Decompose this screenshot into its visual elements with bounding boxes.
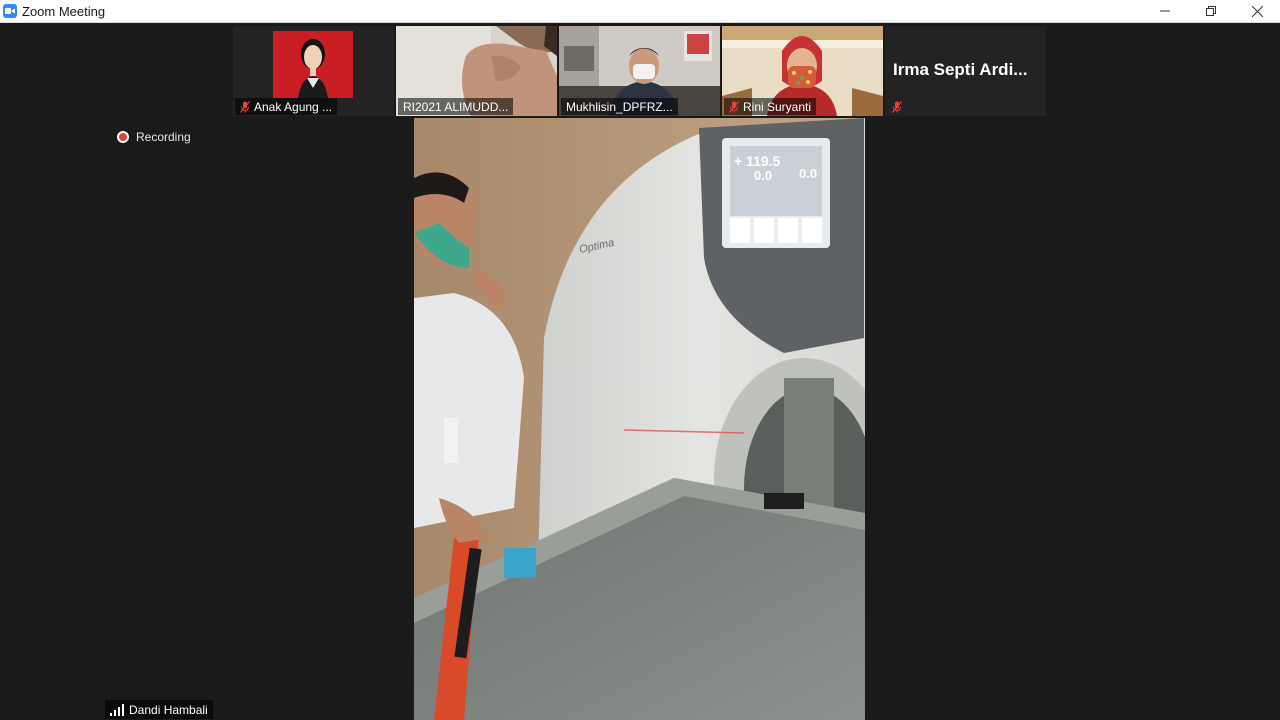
meeting-stage: Anak Agung ... RI2021 ALIMUDD... Mukhlis… — [0, 23, 1280, 720]
participant-name: Mukhlisin_DPFRZ... — [566, 99, 673, 114]
participant-name-label: Mukhlisin_DPFRZ... — [561, 98, 678, 115]
scanner-readout-main: + 119.5 — [734, 153, 781, 169]
mic-muted-icon — [729, 100, 739, 113]
scanner-readout-right: 0.0 — [799, 166, 817, 181]
title-bar: Zoom Meeting — [0, 0, 1280, 23]
participant-strip: Anak Agung ... RI2021 ALIMUDD... Mukhlis… — [233, 26, 1048, 116]
restore-button[interactable] — [1188, 0, 1234, 22]
active-speaker-name: Dandi Hambali — [129, 702, 208, 717]
mic-muted-icon — [892, 100, 902, 113]
participant-name: RI2021 ALIMUDD... — [403, 99, 509, 114]
participant-tile[interactable]: Mukhlisin_DPFRZ... — [559, 26, 720, 116]
participant-name-label: Anak Agung ... — [235, 98, 338, 115]
participant-name: Irma Septi Ardi... — [893, 60, 1028, 79]
participant-tile[interactable]: Irma Septi Ardi... — [885, 26, 1046, 116]
recording-label: Recording — [136, 130, 191, 144]
participant-name: Rini Suryanti — [743, 99, 812, 114]
window-title: Zoom Meeting — [22, 3, 106, 19]
scanner-readout-left: 0.0 — [754, 168, 772, 183]
close-icon — [1251, 5, 1263, 17]
close-button[interactable] — [1234, 0, 1280, 22]
participant-tile[interactable]: Rini Suryanti — [722, 26, 883, 116]
active-speaker-video[interactable]: + 119.5 0.0 0.0 Optima — [414, 118, 865, 720]
participant-name: Anak Agung ... — [254, 99, 333, 114]
participant-name-label: Rini Suryanti — [724, 98, 817, 115]
restore-icon — [1206, 6, 1216, 16]
mic-muted-icon — [240, 100, 250, 113]
recording-indicator[interactable]: Recording — [117, 130, 191, 144]
minimize-button[interactable] — [1142, 0, 1188, 22]
zoom-camera-icon — [3, 4, 17, 18]
participant-tile[interactable]: Anak Agung ... — [233, 26, 394, 116]
minimize-icon — [1160, 10, 1170, 12]
active-speaker-label: Dandi Hambali — [105, 700, 213, 719]
window-controls — [1142, 0, 1280, 22]
participant-name-label: RI2021 ALIMUDD... — [398, 98, 514, 115]
participant-name-label — [887, 98, 907, 115]
ct-scanner-scene: + 119.5 0.0 0.0 Optima — [414, 118, 865, 720]
signal-bars-icon — [110, 703, 124, 716]
recording-icon — [117, 131, 129, 143]
participant-tile[interactable]: RI2021 ALIMUDD... — [396, 26, 557, 116]
